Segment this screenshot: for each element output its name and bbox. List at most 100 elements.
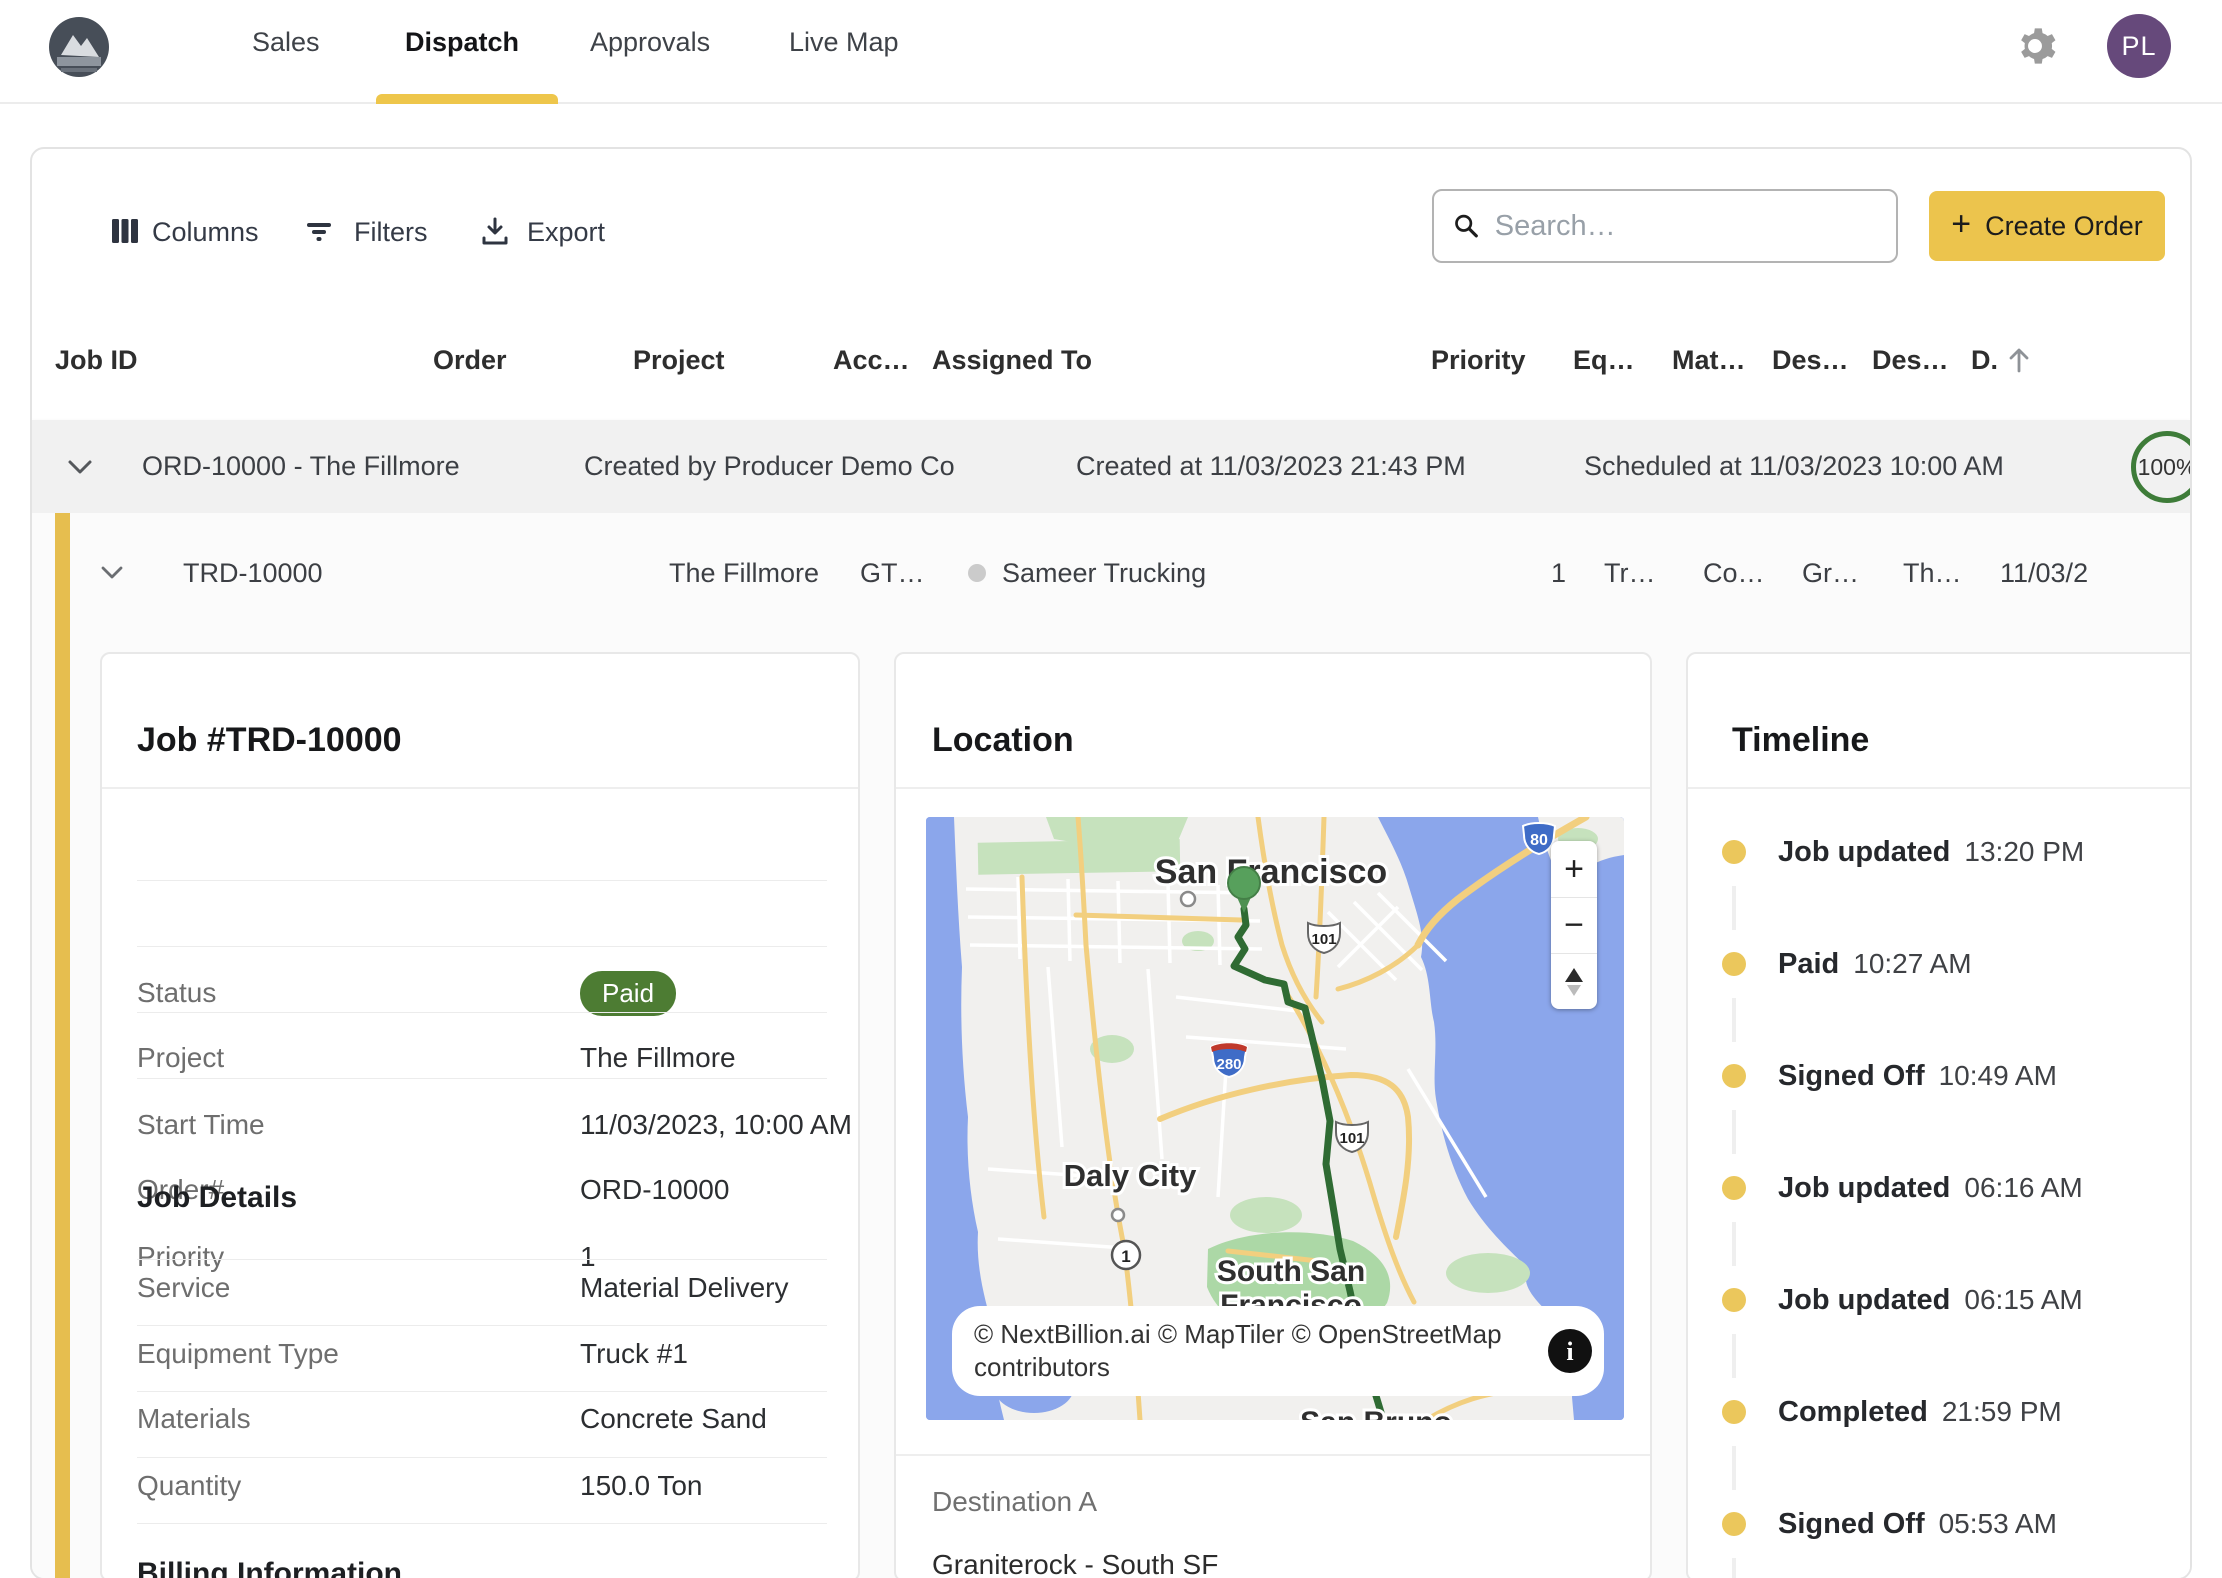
order-expand-chevron-icon[interactable] [67,459,93,475]
plus-icon: + [1951,205,1971,244]
col-header-dest-2[interactable]: Des… [1872,343,1949,377]
job-start-time-row: Start Time 11/03/2023, 10:00 AM [137,1107,827,1151]
job-row-project: The Fillmore [669,557,819,589]
divider [1688,787,2192,789]
order-title: ORD-10000 - The Fillmore [142,450,460,482]
timeline-connector [1732,1558,1736,1578]
job-details-heading: Job Details [137,1181,297,1215]
col-header-project[interactable]: Project [633,343,725,377]
map-label-south-san: South San [1217,1255,1365,1288]
col-header-equipment[interactable]: Eq… [1573,343,1635,377]
job-row-priority: 1 [1551,557,1566,589]
tab-approvals[interactable]: Approvals [590,27,710,58]
svg-text:101: 101 [1311,931,1336,948]
timeline-event: Job updated13:20 PM [1778,831,2084,873]
timeline-connector [1732,1222,1736,1266]
divider [896,787,1650,789]
timeline-connector [1732,1334,1736,1378]
col-header-assigned-to[interactable]: Assigned To [932,343,1092,377]
zoom-in-button[interactable]: + [1551,841,1597,897]
create-order-button[interactable]: + Create Order [1929,191,2165,261]
materials-row: Materials Concrete Sand [137,1401,827,1445]
timeline-event: Signed Off05:53 AM [1778,1503,2057,1545]
search-input[interactable] [1495,210,1878,243]
filters-icon [303,215,335,247]
map-label-daly-city: Daly City [1064,1158,1197,1193]
map-label-san-francisco: San Francisco [1155,853,1387,891]
job-row-account: GT… [860,557,925,589]
sort-ascending-icon[interactable] [2004,345,2034,375]
zoom-out-button[interactable]: − [1551,897,1597,953]
destination-value: Graniterock - South SF [932,1549,1218,1578]
export-button[interactable]: Export [527,215,605,249]
divider [137,880,827,881]
col-header-account[interactable]: Acc… [833,343,910,377]
destination-label: Destination A [932,1486,1097,1518]
divider [137,946,827,947]
compass-up-arrow-icon [1565,968,1583,982]
divider [137,1078,827,1079]
map-attribution: © NextBillion.ai © MapTiler © OpenStreet… [952,1306,1604,1396]
user-avatar[interactable]: PL [2107,14,2171,78]
divider [896,1454,1650,1456]
job-expand-chevron-icon[interactable] [101,566,123,580]
billing-information-heading: Billing Information [137,1557,402,1578]
divider [137,1391,827,1392]
job-row-date: 11/03/2 [2000,557,2088,589]
col-header-materials[interactable]: Mat… [1672,343,1746,377]
tab-live-map[interactable]: Live Map [789,27,899,58]
settings-gear-icon[interactable] [2013,24,2057,68]
app-screen: Sales Dispatch Approvals Live Map PL Col… [0,0,2222,1578]
job-row-equipment: Tr… [1604,557,1655,589]
col-header-dest-1[interactable]: Des… [1772,343,1849,377]
svg-text:280: 280 [1216,1056,1241,1073]
route1-shield-icon: 1 [1112,1241,1140,1269]
map-label-san-bruno: San Bruno [1300,1406,1452,1420]
tab-dispatch[interactable]: Dispatch [405,27,519,58]
timeline-dot [1722,1400,1746,1424]
timeline-dot [1722,1176,1746,1200]
timeline-connector [1732,1110,1736,1154]
divider [137,1012,827,1013]
timeline-dot [1722,1288,1746,1312]
compass-button[interactable] [1551,953,1597,1009]
job-detail-panel: Job #TRD-10000 Status Paid Project The F… [100,652,860,1578]
col-header-order[interactable]: Order [433,343,507,377]
job-row-id[interactable]: TRD-10000 [183,557,323,589]
timeline-connector [1732,998,1736,1042]
search-field[interactable] [1432,189,1898,263]
divider [137,1457,827,1458]
col-header-priority[interactable]: Priority [1431,343,1526,377]
company-logo [47,15,111,79]
job-row-dest-a: Gr… [1802,557,1859,589]
timeline-panel: Timeline Job updated13:20 PM Paid10:27 A… [1686,652,2192,1578]
selected-order-accent-bar [55,513,70,1578]
status-badge: Paid [580,971,676,1016]
timeline-dot [1722,952,1746,976]
order-scheduled-at: Scheduled at 11/03/2023 10:00 AM [1584,450,2004,482]
route-map[interactable]: San Francisco Daly City South San Franci… [926,817,1624,1420]
timeline-dot [1722,1512,1746,1536]
assigned-status-dot [968,564,986,582]
svg-text:80: 80 [1530,832,1548,849]
col-header-date[interactable]: D. [1971,343,1998,377]
info-icon[interactable]: i [1548,1329,1592,1373]
service-row: Service Material Delivery [137,1270,827,1314]
divider [137,1259,827,1260]
order-created-at: Created at 11/03/2023 21:43 PM [1076,450,1466,482]
job-row-dest-b: Th… [1903,557,1962,589]
filters-button[interactable]: Filters [354,215,428,249]
active-tab-underline [376,94,558,104]
timeline-dot [1722,840,1746,864]
map-zoom-control: + − [1551,841,1597,1009]
timeline-event: Signed Off10:49 AM [1778,1055,2057,1097]
equipment-type-row: Equipment Type Truck #1 [137,1336,827,1380]
job-row-materials: Co… [1703,557,1765,589]
divider [137,1325,827,1326]
col-header-job-id[interactable]: Job ID [55,343,138,377]
order-row[interactable]: ORD-10000 - The Fillmore Created by Prod… [32,420,2190,513]
tab-sales[interactable]: Sales [252,27,320,58]
dispatch-board-card: Columns Filters Export + Create Order Jo… [30,147,2192,1578]
timeline-connector [1732,1446,1736,1490]
columns-button[interactable]: Columns [152,215,259,249]
